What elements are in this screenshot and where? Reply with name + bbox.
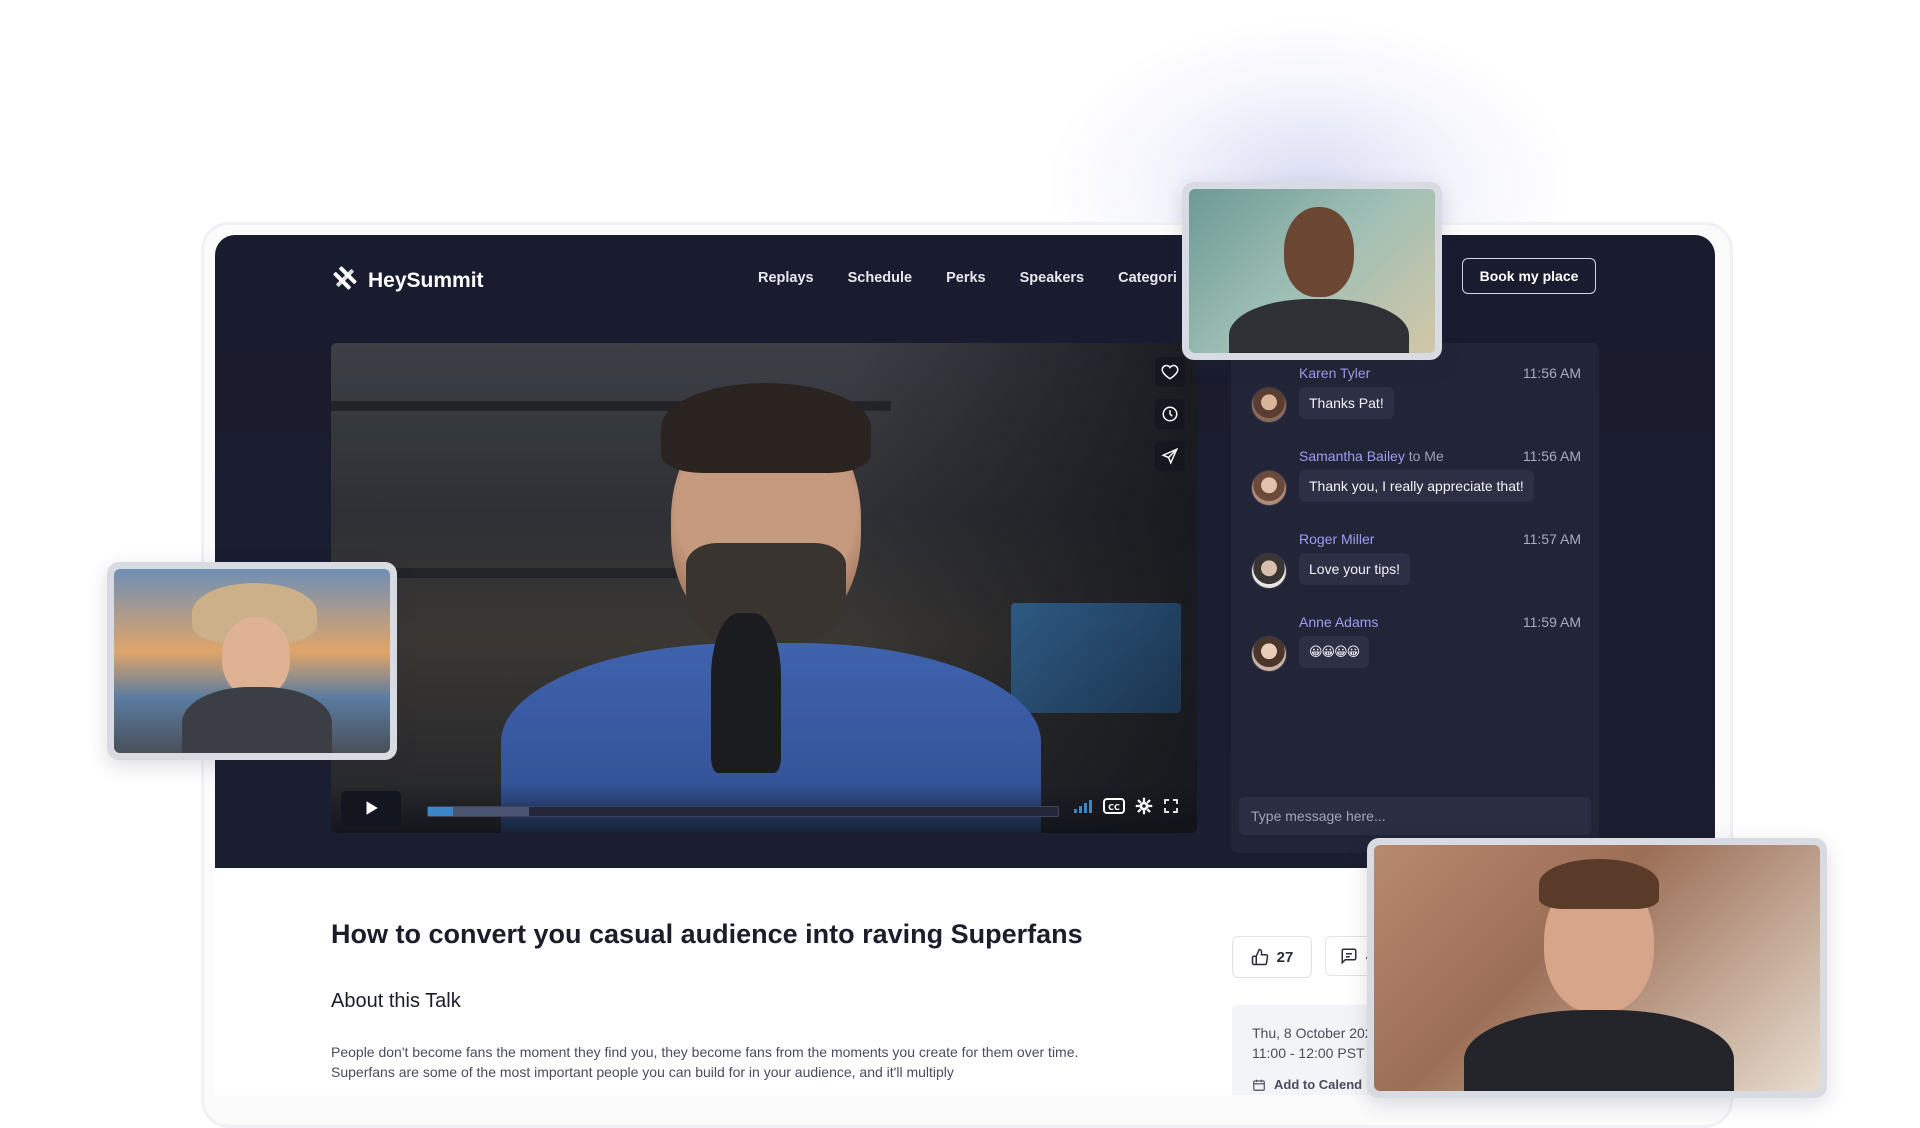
chat-time: 11:57 AM: [1522, 531, 1581, 547]
participant-video-feed: [1189, 189, 1435, 353]
main-nav: Replays Schedule Perks Speakers Categori: [758, 270, 1177, 286]
avatar: [1251, 470, 1287, 506]
thumbs-up-icon: [1251, 948, 1268, 966]
about-heading: About this Talk: [331, 990, 461, 1012]
comment-icon: [1341, 948, 1357, 965]
nav-item-replays[interactable]: Replays: [758, 270, 814, 286]
signal-icon[interactable]: [1073, 798, 1093, 814]
video-player[interactable]: CC: [331, 343, 1197, 833]
participant-face: [222, 617, 290, 697]
avatar: [1251, 387, 1287, 423]
closed-captions-icon[interactable]: CC: [1103, 798, 1125, 814]
clock-icon[interactable]: [1155, 399, 1185, 429]
video-side-actions: [1155, 357, 1185, 471]
background-monitor: [1011, 603, 1181, 713]
fullscreen-icon[interactable]: [1163, 798, 1179, 814]
calendar-icon: [1253, 1079, 1265, 1091]
settings-icon[interactable]: [1135, 797, 1153, 815]
seek-buffered: [453, 807, 529, 816]
book-my-place-button[interactable]: Book my place: [1462, 258, 1596, 294]
nav-item-speakers[interactable]: Speakers: [1020, 270, 1085, 286]
chat-panel: Karen Tyler 11:56 AM Thanks Pat! Samanth…: [1231, 343, 1599, 853]
player-control-icons: CC: [1073, 797, 1179, 815]
speaker-hair: [661, 383, 871, 473]
participant-video-feed: [114, 569, 390, 753]
chat-time: 11:56 AM: [1522, 365, 1581, 381]
chat-bubble: 😀😀😀😀: [1299, 636, 1370, 668]
seek-bar[interactable]: [427, 806, 1059, 817]
talk-description: People don't become fans the moment they…: [331, 1044, 1079, 1080]
play-button[interactable]: [341, 791, 401, 825]
session-time: 11:00 - 12:00 PST: [1252, 1045, 1365, 1061]
heysummit-logo-icon: [330, 263, 360, 298]
heart-icon[interactable]: [1155, 357, 1185, 387]
microphone: [711, 613, 781, 773]
play-icon: [366, 801, 378, 815]
chat-time: 11:56 AM: [1522, 448, 1581, 464]
chat-author[interactable]: Samantha Bailey to Me: [1299, 448, 1444, 464]
session-date: Thu, 8 October 202: [1252, 1025, 1373, 1041]
talk-title: How to convert you casual audience into …: [331, 919, 1083, 949]
nav-item-schedule[interactable]: Schedule: [848, 270, 912, 286]
video-frame-image: [331, 343, 1197, 833]
video-controls: CC: [331, 783, 1197, 833]
chat-author[interactable]: Roger Miller: [1299, 531, 1374, 547]
hero-section: HeySummit Replays Schedule Perks Speaker…: [215, 235, 1715, 868]
like-button[interactable]: 27: [1232, 936, 1312, 978]
like-count: 27: [1276, 948, 1294, 966]
chat-bubble: Thank you, I really appreciate that!: [1299, 470, 1534, 502]
add-to-calendar-link[interactable]: Add to Calend: [1252, 1077, 1362, 1092]
chat-message-input[interactable]: [1239, 797, 1591, 835]
participant-hoodie: [1464, 1010, 1734, 1091]
seek-played: [428, 807, 454, 816]
nav-item-categories[interactable]: Categori: [1118, 270, 1177, 286]
participant-video-tile[interactable]: [107, 562, 397, 760]
avatar: [1251, 553, 1287, 589]
chat-bubble: Love your tips!: [1299, 553, 1411, 585]
participant-hair: [1539, 859, 1659, 909]
chat-author[interactable]: Anne Adams: [1299, 614, 1378, 630]
chat-bubble: Thanks Pat!: [1299, 387, 1394, 419]
avatar: [1251, 636, 1287, 672]
brand-logo[interactable]: HeySummit: [330, 263, 484, 298]
svg-text:CC: CC: [1108, 803, 1120, 812]
participant-video-tile[interactable]: [1182, 182, 1442, 360]
participant-video-tile[interactable]: [1367, 838, 1827, 1098]
participant-face: [1284, 207, 1354, 297]
participant-video-feed: [1374, 845, 1820, 1091]
chat-author[interactable]: Karen Tyler: [1299, 365, 1370, 381]
participant-shirt: [182, 687, 332, 753]
participant-shirt: [1229, 299, 1409, 353]
send-icon[interactable]: [1155, 441, 1185, 471]
chat-time: 11:59 AM: [1522, 614, 1581, 630]
brand-name: HeySummit: [368, 268, 484, 292]
nav-item-perks[interactable]: Perks: [946, 270, 986, 286]
